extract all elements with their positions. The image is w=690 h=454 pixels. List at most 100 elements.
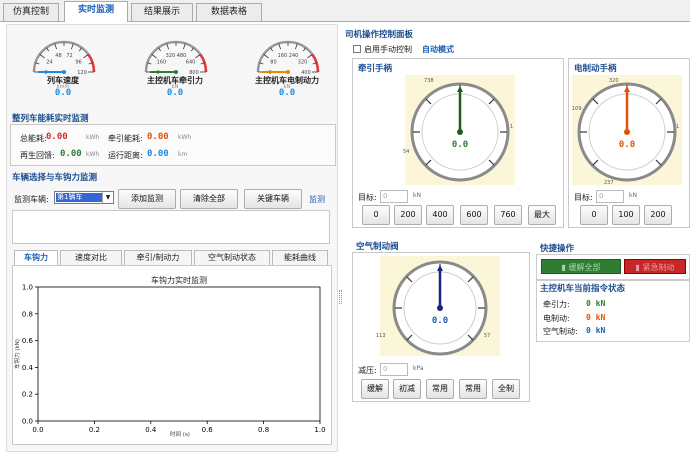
traction-dial-value: 0.0 — [451, 140, 469, 150]
total-energy-label: 总能耗: — [20, 134, 47, 143]
gauge-traction-value: 0.0 — [166, 88, 184, 98]
traction-target-label: 目标: — [358, 193, 377, 202]
traction-handle-title: 牵引手柄 — [358, 64, 393, 74]
tab-energy-curve[interactable]: 能耗曲线 — [272, 250, 328, 265]
traction-energy-unit: kWh — [178, 134, 192, 141]
airbrake-reduce-label: 减压: — [358, 366, 377, 375]
energy-panel — [10, 124, 336, 166]
traction-right-tick: 1 — [510, 124, 514, 130]
command-status-title: 主控机车当前指令状态 — [540, 284, 626, 294]
release-all-button[interactable]: ▮ 缓解全部 — [541, 259, 621, 274]
traction-preset-400[interactable]: 400 — [426, 205, 454, 225]
status-air-value: 0 kN — [586, 326, 606, 335]
gauge-tick-label: 96 — [75, 59, 81, 65]
tab-results[interactable]: 结果展示 — [131, 3, 193, 21]
airbrake-initial-button[interactable]: 初减 — [393, 379, 421, 399]
vehicle-label: 监测车辆: — [14, 195, 49, 204]
traction-preset-max[interactable]: 最大 — [528, 205, 556, 225]
ebrake-preset-200[interactable]: 200 — [644, 205, 672, 225]
coupler-force-chart: 0.0 0.2 0.4 0.6 0.8 1.00.00.20.40.60.81.0 — [22, 284, 326, 435]
coupler-title: 车辆选择与车钩力监测 — [12, 173, 98, 183]
status-ebrake-label: 电制动: — [543, 314, 570, 323]
ebrake-preset-100[interactable]: 100 — [612, 205, 640, 225]
ebrake-right-tick: 1 — [676, 124, 680, 130]
gauge-tick-label: 24 — [46, 59, 52, 65]
gauge-ebrake-value: 0.0 — [278, 88, 296, 98]
y-tick-label: 0.4 — [22, 364, 34, 372]
ebrake-target-label: 目标: — [574, 193, 593, 202]
ebrake-dial[interactable] — [572, 75, 682, 185]
vehicle-select[interactable]: 第1辆车 ▼ — [54, 191, 114, 204]
gauge-tick-label: 80 — [270, 59, 276, 65]
tab-air-brake-status[interactable]: 空气制动状态 — [194, 250, 270, 265]
speed-gauge: 024487296120 — [32, 40, 96, 76]
ebrake-target-input[interactable]: 0 — [596, 190, 624, 203]
emergency-brake-button[interactable]: ▮ 紧急制动 — [624, 259, 686, 274]
quick-ops-title: 快捷操作 — [540, 244, 575, 254]
vehicle-selected: 第1辆车 — [56, 193, 102, 202]
ebrake-top-tick: 320 — [609, 78, 619, 84]
driver-panel-title: 司机操作控制面板 — [345, 30, 414, 40]
status-traction-label: 牵引力: — [543, 300, 570, 309]
splitter-handle[interactable] — [339, 290, 342, 304]
traction-top-tick: 738 — [424, 78, 434, 84]
traction-preset-760[interactable]: 760 — [494, 205, 522, 225]
airbrake-service-button-1[interactable]: 常用 — [426, 379, 454, 399]
monitor-link[interactable]: 监测 — [309, 194, 325, 205]
traction-dial[interactable] — [405, 75, 515, 185]
clear-all-button[interactable]: 清除全部 — [180, 189, 238, 209]
airbrake-reduce-input[interactable]: 0 — [380, 363, 408, 376]
ebrake-preset-0[interactable]: 0 — [580, 205, 608, 225]
gauge-tick-label: 160 — [157, 59, 167, 65]
tab-sim-control[interactable]: 仿真控制 — [3, 3, 59, 21]
x-tick-label: 0.0 — [32, 426, 43, 434]
status-traction-value: 0 kN — [586, 299, 606, 308]
status-air-label: 空气制动: — [543, 327, 578, 336]
auto-mode-label: 自动模式 — [422, 45, 454, 54]
traction-target-input[interactable]: 0 — [380, 190, 408, 203]
x-tick-label: 0.8 — [258, 426, 269, 434]
airbrake-release-button[interactable]: 缓解 — [361, 379, 389, 399]
distance-value: 0.00 — [147, 149, 169, 159]
tab-speed-compare[interactable]: 速度对比 — [60, 250, 122, 265]
tab-data-table[interactable]: 数据表格 — [196, 3, 262, 21]
traction-preset-600[interactable]: 600 — [460, 205, 488, 225]
distance-label: 运行距离: — [108, 151, 143, 160]
monitored-vehicles-list[interactable] — [12, 210, 330, 244]
gauge-tick-label: 320 — [298, 59, 308, 65]
airbrake-reduce-unit: kPa — [413, 365, 424, 372]
ebrake-target-unit: kN — [629, 192, 637, 199]
airbrake-dial[interactable] — [380, 256, 500, 356]
airbrake-full-button[interactable]: 全制 — [492, 379, 520, 399]
chart-xlabel: 时间 (s) — [170, 432, 190, 438]
traction-left-tick: 54 — [403, 149, 410, 155]
tab-coupler-force[interactable]: 车钩力 — [14, 250, 58, 265]
regen-energy-label: 再生回馈: — [20, 151, 55, 160]
gauge-tick-label: 480 — [177, 53, 187, 59]
distance-unit: km — [178, 151, 188, 158]
energy-title: 整列车能耗实时监测 — [12, 114, 89, 124]
traction-preset-0[interactable]: 0 — [362, 205, 390, 225]
gauge-tick-label: 240 — [289, 53, 299, 59]
total-energy-unit: kWh — [86, 134, 100, 141]
traction-preset-200[interactable]: 200 — [394, 205, 422, 225]
tab-traction-brake[interactable]: 牵引/制动力 — [124, 250, 192, 265]
gauge-tick-label: 72 — [66, 53, 72, 59]
x-tick-label: 0.2 — [89, 426, 100, 434]
key-vehicle-button[interactable]: 关键车辆 — [244, 189, 302, 209]
chevron-down-icon[interactable]: ▼ — [102, 192, 113, 203]
traction-energy-label: 牵引能耗: — [108, 134, 143, 143]
gauge-speed-value: 0.0 — [54, 88, 72, 98]
ebrake-bottom-tick: 237 — [604, 180, 614, 186]
gauge-tick-label: 640 — [186, 59, 196, 65]
ebrake-handle-title: 电制动手柄 — [574, 64, 617, 74]
gauge-tick-label: 160 — [278, 53, 288, 59]
add-monitor-button[interactable]: 添加监测 — [118, 189, 176, 209]
chart-ylabel: 车钩力 (kN) — [15, 339, 21, 369]
y-tick-label: 0.2 — [22, 391, 33, 399]
tab-realtime-monitor[interactable]: 实时监测 — [64, 1, 128, 22]
plot-area — [37, 286, 321, 422]
manual-control-checkbox[interactable] — [353, 45, 361, 53]
airbrake-service-button-2[interactable]: 常用 — [459, 379, 487, 399]
ebrake-dial-value: 0.0 — [618, 140, 636, 150]
